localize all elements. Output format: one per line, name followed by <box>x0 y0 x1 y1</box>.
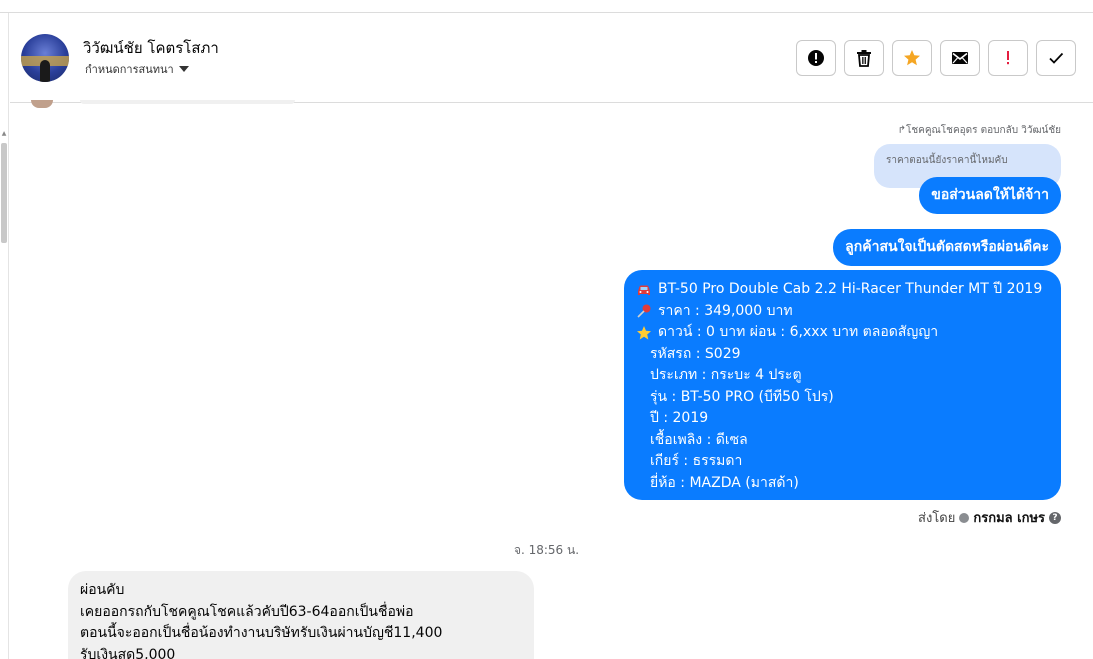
listing-line: ประเภท : กระบะ 4 ประตู <box>650 367 802 383</box>
agent-name[interactable]: กรกมล เกษร <box>973 507 1045 528</box>
car-icon <box>638 285 650 295</box>
listing-line: ราคา : 349,000 บาท <box>636 301 1049 323</box>
mark-done-button[interactable] <box>1036 40 1076 76</box>
listing-line: BT-50 Pro Double Cab 2.2 Hi-Racer Thunde… <box>636 279 1049 301</box>
listing-line: เชื้อเพลิง : ดีเซล <box>650 431 748 448</box>
scroll-up-icon[interactable]: ▲ <box>0 130 8 137</box>
previous-message-avatar <box>31 100 53 108</box>
previous-message-bubble <box>80 100 295 104</box>
pushpin-icon <box>637 304 651 318</box>
message-timestamp: จ. 18:56 น. <box>513 543 580 557</box>
incoming-message-line: รับเงินสด5,000 <box>80 646 176 659</box>
caret-down-icon <box>178 66 189 72</box>
listing-line: เกียร์ : ธรรมดา <box>650 453 743 469</box>
agent-status-icon <box>959 512 970 523</box>
incoming-message-bubble[interactable]: ผ่อนคับ เคยออกรถกับโชคคูณโชคแล้วคับปี63-… <box>68 571 534 659</box>
outgoing-message-bubble[interactable]: ลูกค้าสนใจเป็นตัดสดหรือผ่อนดีคะ <box>833 229 1061 266</box>
report-icon <box>808 50 824 66</box>
envelope-icon <box>952 52 968 64</box>
scrollbar-thumb[interactable] <box>1 143 7 243</box>
listing-line: ยี่ห้อ : MAZDA (มาสด้า) <box>650 474 799 491</box>
listing-line: ดาวน์ : 0 บาท ผ่อน : 6,xxx บาท ตลอดสัญญา <box>636 322 1049 344</box>
avatar[interactable] <box>21 34 69 82</box>
mark-unread-button[interactable] <box>940 40 980 76</box>
flag-important-button[interactable] <box>988 40 1028 76</box>
incoming-message-line: เคยออกรถกับโชคคูณโชคแล้วคับปี63-64ออกเป็… <box>80 603 414 620</box>
listing-message-bubble[interactable]: BT-50 Pro Double Cab 2.2 Hi-Racer Thunde… <box>624 270 1061 500</box>
listing-down-payment: ดาวน์ : 0 บาท ผ่อน : 6,xxx บาท ตลอดสัญญา <box>658 324 939 340</box>
listing-model: BT-50 Pro Double Cab 2.2 Hi-Racer Thunde… <box>658 281 1043 297</box>
reply-note-text: ↱โชคคูณโชคอุดร ตอบกลับ วิวัฒน์ชัย <box>897 125 1061 136</box>
reply-note: ↱โชคคูณโชคอุดร ตอบกลับ วิวัฒน์ชัย <box>898 123 1061 138</box>
star-button[interactable] <box>892 40 932 76</box>
sent-by-label: ส่งโดย <box>918 511 956 526</box>
star-icon <box>904 50 920 66</box>
star-icon <box>637 325 651 340</box>
listing-line: รุ่น : BT-50 PRO (บีที50 โปร) <box>650 388 834 405</box>
help-icon[interactable]: ? <box>1049 511 1061 524</box>
incoming-message-line: ตอนนี้จะออกเป็นชื่อน้องทำงานบริษัทรับเงิ… <box>80 625 443 641</box>
conversation-header: วิวัฒน์ชัย โคตรโสภา กำหนดการสนทนา <box>10 14 1093 103</box>
delete-button[interactable] <box>844 40 884 76</box>
assign-label: กำหนดการสนทนา <box>85 63 174 76</box>
assign-conversation-dropdown[interactable]: กำหนดการสนทนา <box>85 60 189 78</box>
sent-by-info: ส่งโดย กรกมล เกษร ? <box>918 507 1061 528</box>
listing-line: ปี : 2019 <box>650 410 709 426</box>
listing-line: รหัสรถ : S029 <box>650 345 741 362</box>
avatar-person <box>40 60 50 82</box>
report-button[interactable] <box>796 40 836 76</box>
check-icon <box>1049 52 1064 64</box>
window-top-strip <box>0 0 1093 13</box>
outgoing-message-bubble[interactable]: ขอส่วนลดให้ได้จ้าา <box>919 177 1061 214</box>
trash-icon <box>857 50 871 67</box>
listing-price: ราคา : 349,000 บาท <box>658 302 793 319</box>
exclamation-icon <box>1007 51 1009 65</box>
contact-name[interactable]: วิวัฒน์ชัย โคตรโสภา <box>83 36 219 60</box>
left-scroll-area[interactable]: ▲ <box>0 13 9 659</box>
incoming-message-line: ผ่อนคับ <box>80 582 125 598</box>
